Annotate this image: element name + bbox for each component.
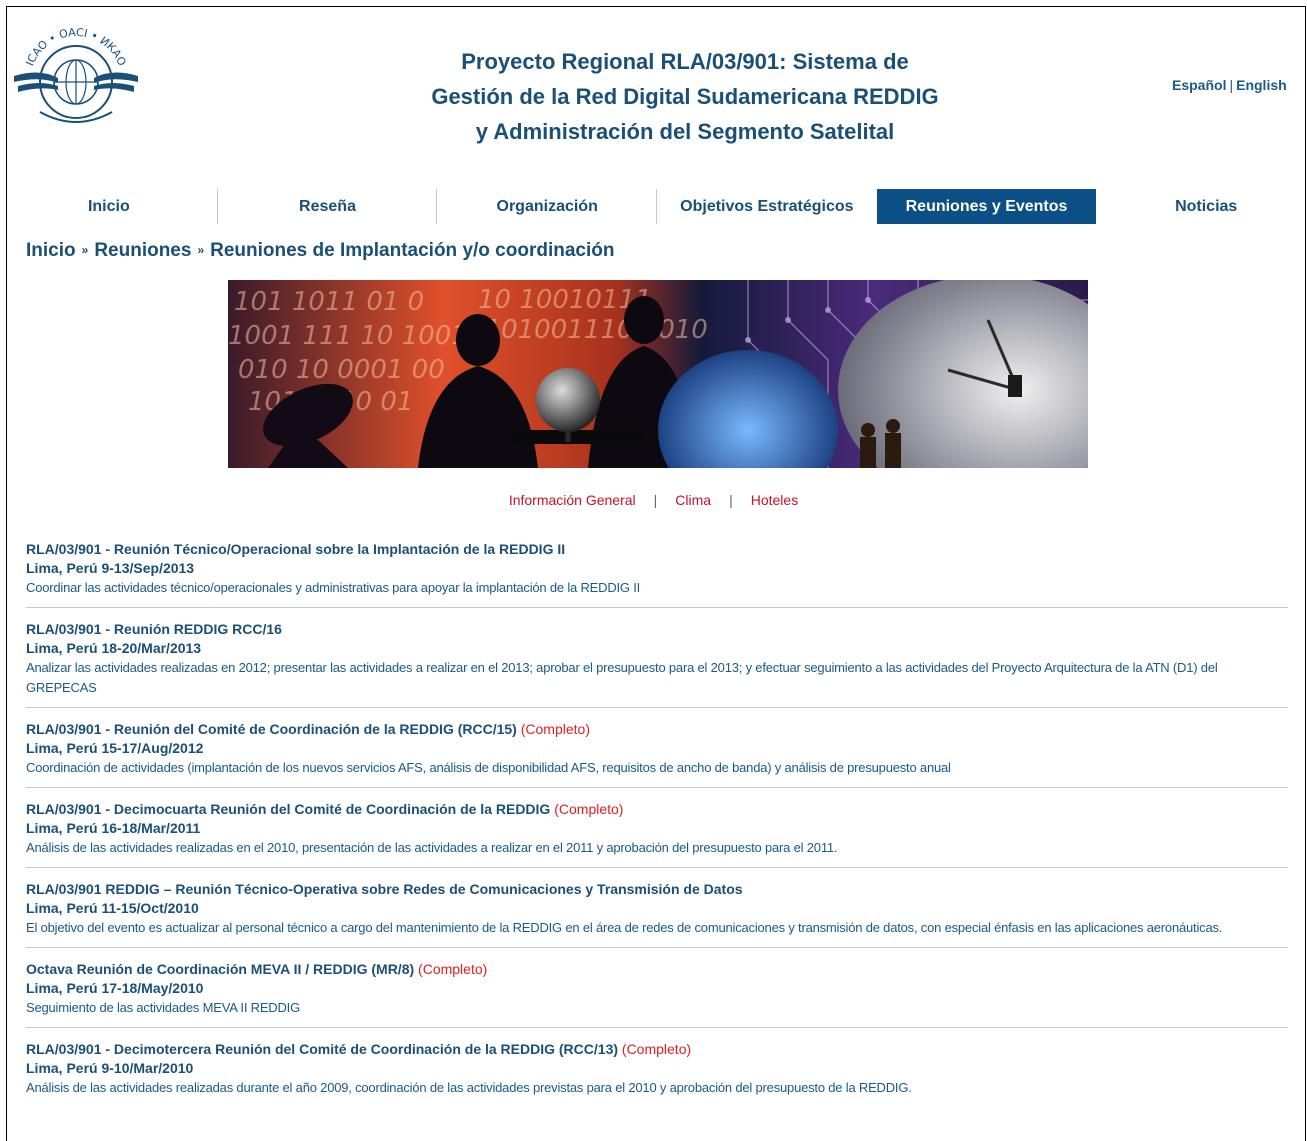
breadcrumb: Inicio » Reuniones » Reuniones de Implantaci… — [26, 240, 614, 262]
satellite-dish-banner-icon: 101 1011 01 0 1001 111 10 1001 010 10 00… — [228, 280, 1088, 468]
breadcrumb-separator: » — [197, 243, 205, 257]
sublink-separator: | — [729, 492, 733, 508]
list-item: RLA/03/901 REDDIG – Reunión Técnico-Oper… — [26, 880, 1288, 948]
event-title-text[interactable]: Octava Reunión de Coordinación MEVA II /… — [26, 961, 414, 977]
link-hoteles[interactable]: Hoteles — [751, 492, 798, 508]
event-title-text[interactable]: RLA/03/901 REDDIG – Reunión Técnico-Oper… — [26, 881, 743, 897]
event-title-text[interactable]: RLA/03/901 - Decimocuarta Reunión del Co… — [26, 801, 550, 817]
link-clima[interactable]: Clima — [675, 492, 711, 508]
list-item: RLA/03/901 - Decimocuarta Reunión del Co… — [26, 800, 1288, 868]
event-description: El objetivo del evento es actualizar al … — [26, 920, 1223, 935]
status-badge: (Completo) — [621, 1041, 692, 1057]
event-description: Análisis de las actividades realizadas e… — [26, 840, 838, 855]
event-description: Coordinación de actividades (implantació… — [26, 760, 951, 775]
status-badge: (Completo) — [554, 801, 624, 817]
events-list: RLA/03/901 - Reunión Técnico/Operacional… — [26, 540, 1288, 1119]
event-title-text[interactable]: RLA/03/901 - Reunión Técnico/Operacional… — [26, 541, 565, 557]
nav-item-inicio[interactable]: Inicio — [0, 189, 218, 224]
event-place-date: Lima, Perú 11-15/Oct/2010 — [26, 900, 199, 916]
event-place-date: Lima, Perú 17-18/May/2010 — [26, 980, 204, 996]
event-description: Análisis de las actividades realizadas d… — [26, 1080, 912, 1095]
lang-separator: | — [1229, 77, 1234, 93]
event-title-link[interactable]: RLA/03/901 - Reunión Técnico/Operacional… — [26, 540, 1288, 558]
svg-text:1001 111 10 1001: 1001 111 10 1001 — [228, 321, 468, 351]
event-description: Analizar las actividades realizadas en 2… — [26, 660, 1218, 695]
event-place-date: Lima, Perú 18-20/Mar/2013 — [26, 640, 202, 656]
breadcrumb-current: Reuniones de Implantación y/o coordinaci… — [210, 240, 615, 261]
language-switch: Español | English — [1172, 77, 1287, 93]
status-badge: (Completo) — [520, 721, 590, 737]
list-item: Octava Reunión de Coordinación MEVA II /… — [26, 960, 1288, 1028]
event-title-link[interactable]: RLA/03/901 - Reunión del Comité de Coord… — [26, 720, 1288, 738]
breadcrumb-inicio[interactable]: Inicio — [26, 240, 76, 261]
event-title-link[interactable]: RLA/03/901 REDDIG – Reunión Técnico-Oper… — [26, 880, 1288, 898]
event-title-link[interactable]: RLA/03/901 - Reunión REDDIG RCC/16 — [26, 620, 1288, 638]
event-title-text[interactable]: RLA/03/901 - Reunión REDDIG RCC/16 — [26, 621, 282, 637]
list-item: RLA/03/901 - Reunión del Comité de Coord… — [26, 720, 1288, 788]
event-place-date: Lima, Perú 16-18/Mar/2011 — [26, 820, 201, 836]
nav-item-organizacion[interactable]: Organización — [437, 189, 657, 224]
title-line-1: Proyecto Regional RLA/03/901: Sistema de — [461, 49, 909, 74]
svg-text:101 1011 01 0: 101 1011 01 0 — [234, 287, 424, 317]
event-title-text[interactable]: RLA/03/901 - Reunión del Comité de Coord… — [26, 721, 517, 737]
nav-item-reuniones[interactable]: Reuniones y Eventos — [876, 189, 1097, 224]
title-line-2: Gestión de la Red Digital Sudamericana R… — [431, 84, 939, 109]
page-title: Proyecto Regional RLA/03/901: Sistema de… — [330, 44, 1040, 149]
nav-item-noticias[interactable]: Noticias — [1096, 189, 1307, 224]
breadcrumb-separator: » — [81, 243, 89, 257]
breadcrumb-reuniones[interactable]: Reuniones — [94, 240, 191, 261]
icao-emblem-icon[interactable]: ICAO • OACI • ИКАО — [10, 20, 142, 138]
event-title-link[interactable]: RLA/03/901 - Decimotercera Reunión del C… — [26, 1040, 1288, 1058]
event-description: Coordinar las actividades técnico/operac… — [26, 580, 641, 595]
status-badge: (Completo) — [418, 961, 488, 977]
event-place-date: Lima, Perú 9-13/Sep/2013 — [26, 560, 195, 576]
event-title-text[interactable]: RLA/03/901 - Decimotercera Reunión del C… — [26, 1041, 618, 1057]
svg-text:010 10 0001 00: 010 10 0001 00 — [238, 355, 445, 385]
nav-item-objetivos[interactable]: Objetivos Estratégicos — [657, 189, 877, 224]
lang-es-link[interactable]: Español — [1172, 77, 1226, 93]
title-line-3: y Administración del Segmento Satelital — [475, 119, 895, 144]
main-nav: Inicio Reseña Organización Objetivos Est… — [0, 189, 1307, 224]
event-place-date: Lima, Perú 9-10/Mar/2010 — [26, 1060, 194, 1076]
nav-item-resena[interactable]: Reseña — [218, 189, 438, 224]
event-title-link[interactable]: RLA/03/901 - Decimocuarta Reunión del Co… — [26, 800, 1288, 818]
event-description: Seguimiento de las actividades MEVA II R… — [26, 1000, 300, 1015]
lang-en-link[interactable]: English — [1236, 77, 1287, 93]
list-item: RLA/03/901 - Reunión Técnico/Operacional… — [26, 540, 1288, 608]
svg-text:0101001110 1010: 0101001110 1010 — [468, 315, 708, 345]
list-item: RLA/03/901 - Reunión REDDIG RCC/16 Lima,… — [26, 620, 1288, 708]
event-sublinks: Información General | Clima | Hoteles — [0, 492, 1307, 508]
sublink-separator: | — [653, 492, 658, 508]
event-title-link[interactable]: Octava Reunión de Coordinación MEVA II /… — [26, 960, 1288, 978]
link-informacion-general[interactable]: Información General — [509, 492, 636, 508]
event-place-date: Lima, Perú 15-17/Aug/2012 — [26, 740, 204, 756]
list-item: RLA/03/901 - Decimotercera Reunión del C… — [26, 1040, 1288, 1107]
